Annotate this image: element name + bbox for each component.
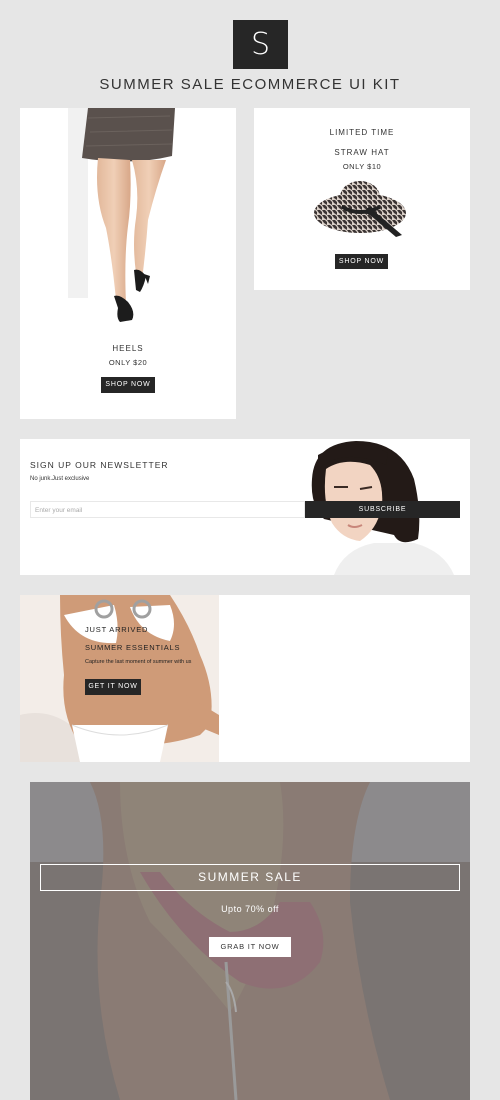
subscribe-button[interactable]: SUBSCRIBE	[305, 501, 460, 518]
heels-shop-now-button[interactable]: SHOP NOW	[101, 377, 155, 393]
heels-photo	[20, 108, 236, 328]
grab-it-now-button[interactable]: GRAB IT NOW	[209, 937, 291, 957]
hat-name: STRAW HAT	[334, 148, 390, 157]
newsletter-title: SIGN UP OUR NEWSLETTER	[30, 460, 169, 470]
just-arrived-title: SUMMER ESSENTIALS	[85, 643, 181, 652]
just-arrived-label: JUST ARRIVED	[85, 625, 149, 634]
page-title: SUMMER SALE ECOMMERCE UI KIT	[99, 76, 401, 93]
get-it-now-button[interactable]: GET IT NOW	[85, 679, 141, 695]
hero-title: SUMMER SALE	[198, 870, 302, 884]
hero-subtitle: Upto 70% off	[221, 904, 279, 914]
heels-name: HEELS	[112, 344, 144, 353]
heels-price: ONLY $20	[108, 358, 148, 367]
straw-hat-image	[312, 175, 412, 245]
email-field[interactable]: Enter your email	[30, 501, 305, 518]
hat-price: ONLY $10	[342, 162, 382, 171]
hero-title-frame: SUMMER SALE	[40, 864, 460, 891]
hat-label: LIMITED TIME	[329, 128, 395, 137]
logo-badge[interactable]: S	[233, 20, 288, 69]
hat-shop-now-button[interactable]: SHOP NOW	[335, 254, 388, 269]
just-arrived-blank-panel	[219, 595, 470, 762]
just-arrived-text: Capture the last moment of summer with u…	[85, 659, 192, 665]
newsletter-subtitle: No junk.Just exclusive	[30, 476, 90, 482]
